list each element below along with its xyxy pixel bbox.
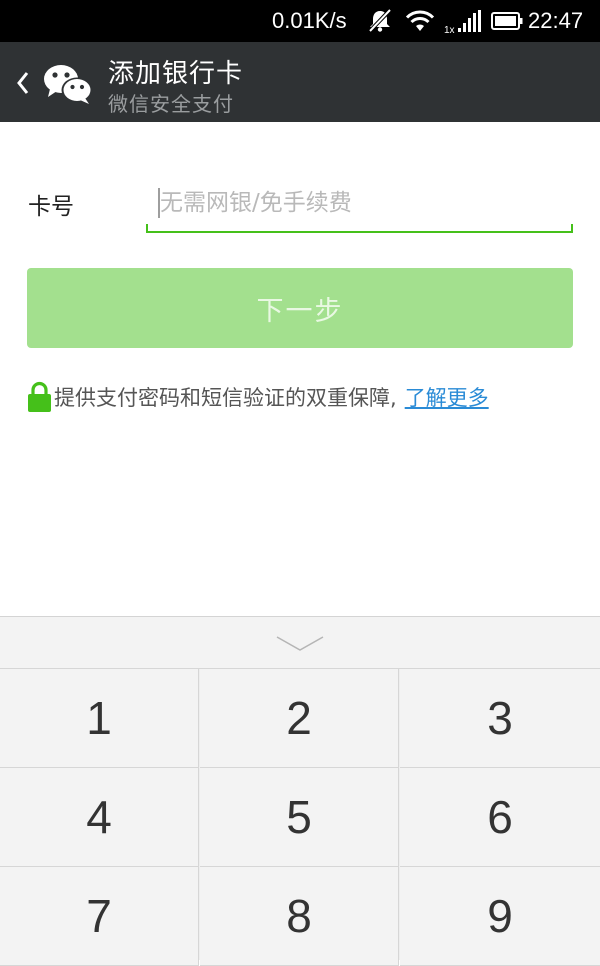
card-number-field-wrapper [146,176,573,236]
text-cursor [158,188,160,218]
key-9[interactable]: 9 [400,867,600,966]
action-bar: 添加银行卡 微信安全支付 [0,42,600,122]
key-7[interactable]: 7 [0,867,199,966]
back-arrow-icon [17,72,29,94]
mute-icon [368,9,392,33]
key-8[interactable]: 8 [200,867,399,966]
page-title: 添加银行卡 [108,59,244,89]
key-6[interactable]: 6 [400,768,600,867]
signal-icon: 1x [444,10,481,34]
security-note: 提供支付密码和短信验证的双重保障, 了解更多 [27,380,489,414]
card-number-input[interactable] [146,176,573,230]
key-2[interactable]: 2 [200,669,399,768]
status-bar: 0.01K/s 1x 22:47 [0,0,600,42]
clock: 22:47 [528,8,584,33]
network-speed: 0.01K/s [272,8,347,33]
battery-icon [491,12,523,30]
key-5[interactable]: 5 [200,768,399,867]
wifi-icon [405,10,435,31]
next-button[interactable]: 下一步 [27,268,573,348]
lock-icon [28,381,51,412]
input-underline-right-tick [571,224,573,233]
security-note-text: 提供支付密码和短信验证的双重保障, [54,386,397,410]
page-subtitle: 微信安全支付 [108,92,234,116]
back-button[interactable] [10,62,94,106]
input-underline-left-tick [146,224,148,233]
input-underline [146,231,573,233]
keypad-collapse-button[interactable] [0,617,600,669]
learn-more-link[interactable]: 了解更多 [405,382,489,412]
numeric-keypad: 1 2 3 4 5 6 7 8 9 [0,616,600,966]
chevron-down-icon [276,636,324,651]
key-1[interactable]: 1 [0,669,199,768]
card-number-label: 卡号 [28,194,74,220]
svg-text:1x: 1x [444,25,455,34]
wechat-icon [44,65,93,104]
key-3[interactable]: 3 [400,669,600,768]
key-4[interactable]: 4 [0,768,199,867]
